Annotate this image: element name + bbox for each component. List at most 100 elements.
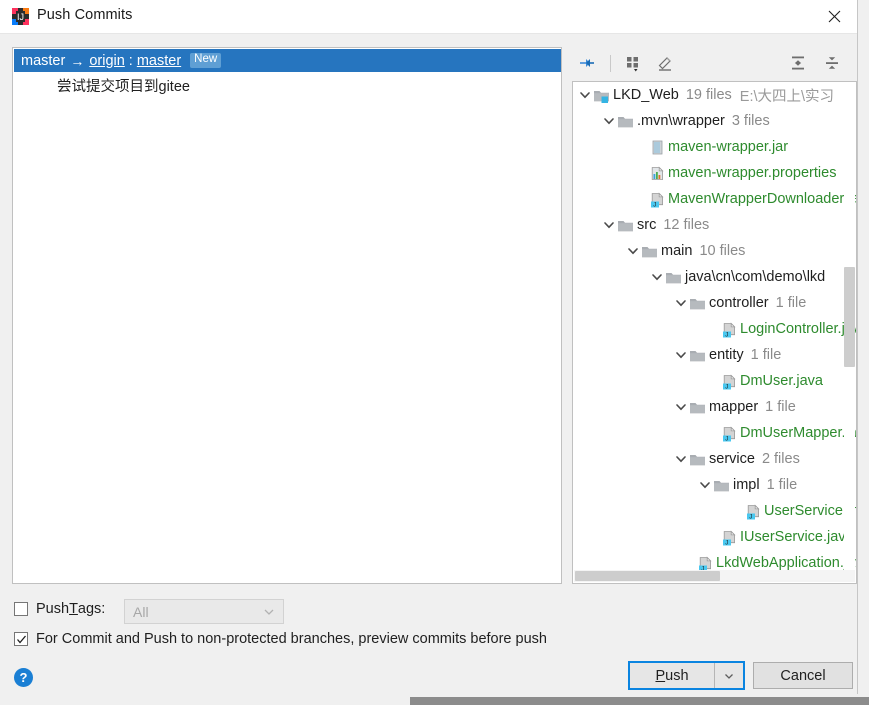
java-file-icon: J (745, 503, 762, 520)
tree-node-label: IUserService.java (740, 529, 854, 545)
cancel-button[interactable]: Cancel (753, 662, 853, 689)
remote-branch-link[interactable]: master (137, 53, 181, 69)
file-tree[interactable]: LKD_Web 19 files E:\大四上\实习 .mvn\wrapper 3 fi… (573, 82, 856, 576)
push-tags-select[interactable]: All (124, 599, 284, 624)
java-file-icon: J (697, 555, 714, 572)
svg-text:J: J (725, 540, 728, 546)
svg-text:J: J (749, 514, 752, 520)
chevron-down-icon[interactable] (673, 399, 689, 415)
files-toolbar (572, 48, 857, 80)
jar-file-icon (649, 139, 666, 156)
tree-node-file-count: 1 file (750, 347, 782, 363)
tree-row[interactable]: service 2 files (573, 446, 856, 472)
commits-list-panel[interactable]: master → origin : master New 尝试提交项目到gite… (12, 47, 562, 584)
tree-row[interactable]: controller 1 file (573, 290, 856, 316)
tree-node-label: maven-wrapper.jar (668, 139, 789, 155)
tree-node-file-count: 1 file (766, 477, 798, 493)
screen: IJ Push Commits master → origin : master… (0, 0, 869, 705)
folder-icon (665, 269, 682, 286)
tree-row[interactable]: java\cn\com\demo\lkd (573, 264, 856, 290)
push-commits-dialog: IJ Push Commits master → origin : master… (0, 0, 858, 694)
ide-horizontal-scrollbar[interactable] (410, 697, 869, 705)
edit-source-icon[interactable] (652, 50, 678, 76)
tree-row[interactable]: JUserServiceImpl.java (573, 498, 856, 524)
chevron-down-icon[interactable] (673, 451, 689, 467)
java-file-icon: J (721, 529, 738, 546)
remote-link[interactable]: origin (89, 53, 124, 69)
toolbar-separator (610, 55, 611, 72)
chevron-down-icon[interactable] (577, 87, 593, 103)
tree-row[interactable]: maven-wrapper.jar (573, 134, 856, 160)
preview-commits-row[interactable]: For Commit and Push to non-protected bra… (14, 631, 547, 647)
tree-node-label: DmUser.java (740, 373, 823, 389)
tree-row[interactable]: .mvn\wrapper 3 files (573, 108, 856, 134)
commit-row[interactable]: 尝试提交项目到gitee (14, 74, 561, 96)
commit-message: 尝试提交项目到gitee (57, 78, 190, 95)
tree-node-label: impl (733, 477, 760, 493)
tree-row[interactable]: mapper 1 file (573, 394, 856, 420)
tree-row[interactable]: impl 1 file (573, 472, 856, 498)
folder-icon (689, 347, 706, 364)
tree-row[interactable]: J DmUser.java (573, 368, 856, 394)
push-split-button[interactable]: Push (628, 661, 745, 690)
folder-icon (617, 217, 634, 234)
tree-row[interactable]: J IUserService.java (573, 524, 856, 550)
chevron-down-icon[interactable] (697, 477, 713, 493)
folder-icon (689, 399, 706, 416)
tree-row[interactable]: J LoginController.java (573, 316, 856, 342)
tree-node-label: mapper (709, 399, 759, 415)
intellij-idea-icon: IJ (12, 8, 29, 25)
java-file-icon: J (649, 191, 666, 208)
tree-row[interactable]: J MavenWrapperDownloader.java (573, 186, 856, 212)
folder-icon (641, 243, 658, 260)
tree-row[interactable]: J DmUserMapper.java (573, 420, 856, 446)
push-tags-select-value: All (133, 603, 149, 620)
push-button[interactable]: Push (630, 663, 715, 688)
svg-text:J: J (725, 332, 728, 338)
close-icon[interactable] (811, 0, 857, 33)
tree-node-label: main (661, 243, 693, 259)
properties-file-icon (649, 165, 666, 182)
arrow-right-icon: → (70, 52, 85, 69)
tree-horizontal-scrollbar-thumb[interactable] (575, 571, 720, 581)
tree-node-label: LoginController.java (740, 321, 857, 337)
tree-row[interactable]: LKD_Web 19 files E:\大四上\实习 (573, 82, 856, 108)
group-by-icon[interactable] (620, 50, 646, 76)
chevron-down-icon[interactable] (601, 217, 617, 233)
java-file-icon: J (721, 373, 738, 390)
push-tags-label-post: ags: (77, 601, 106, 617)
tree-node-label: .mvn\wrapper (637, 113, 725, 129)
chevron-down-icon[interactable] (625, 243, 641, 259)
chevron-down-icon[interactable] (673, 347, 689, 363)
push-tags-label-mnemonic: T (69, 601, 78, 617)
tree-node-label: DmUserMapper.java (740, 425, 856, 441)
tree-row[interactable]: entity 1 file (573, 342, 856, 368)
tree-node-file-count: 2 files (761, 451, 800, 467)
chevron-down-icon[interactable] (649, 269, 665, 285)
tree-row[interactable]: maven-wrapper.properties (573, 160, 856, 186)
folder-icon (617, 113, 634, 130)
preview-commits-checkbox[interactable] (14, 632, 28, 646)
chevron-down-icon[interactable] (601, 113, 617, 129)
preview-commits-label: For Commit and Push to non-protected bra… (36, 631, 547, 647)
push-target-row[interactable]: master → origin : master New (14, 49, 561, 72)
show-diff-icon[interactable] (574, 50, 600, 76)
dialog-titlebar: IJ Push Commits (0, 0, 857, 34)
push-tags-row[interactable]: Push Tags: (14, 601, 105, 617)
tree-node-path: E:\大四上\实习 (739, 88, 835, 105)
chevron-down-icon[interactable] (715, 663, 743, 688)
tree-row[interactable]: src 12 files (573, 212, 856, 238)
help-button[interactable]: ? (14, 668, 33, 687)
push-tags-checkbox[interactable] (14, 602, 28, 616)
changed-files-panel[interactable]: LKD_Web 19 files E:\大四上\实习 .mvn\wrapper 3 fi… (572, 81, 857, 584)
tree-node-label: LKD_Web (613, 87, 679, 103)
tree-row[interactable]: main 10 files (573, 238, 856, 264)
tree-node-file-count: 12 files (663, 217, 710, 233)
folder-icon (689, 451, 706, 468)
tree-node-file-count: 10 files (699, 243, 746, 259)
svg-text:J: J (725, 436, 728, 442)
expand-all-icon[interactable] (785, 50, 811, 76)
collapse-all-icon[interactable] (819, 50, 845, 76)
tree-vertical-scrollbar-thumb[interactable] (844, 267, 855, 367)
chevron-down-icon[interactable] (673, 295, 689, 311)
